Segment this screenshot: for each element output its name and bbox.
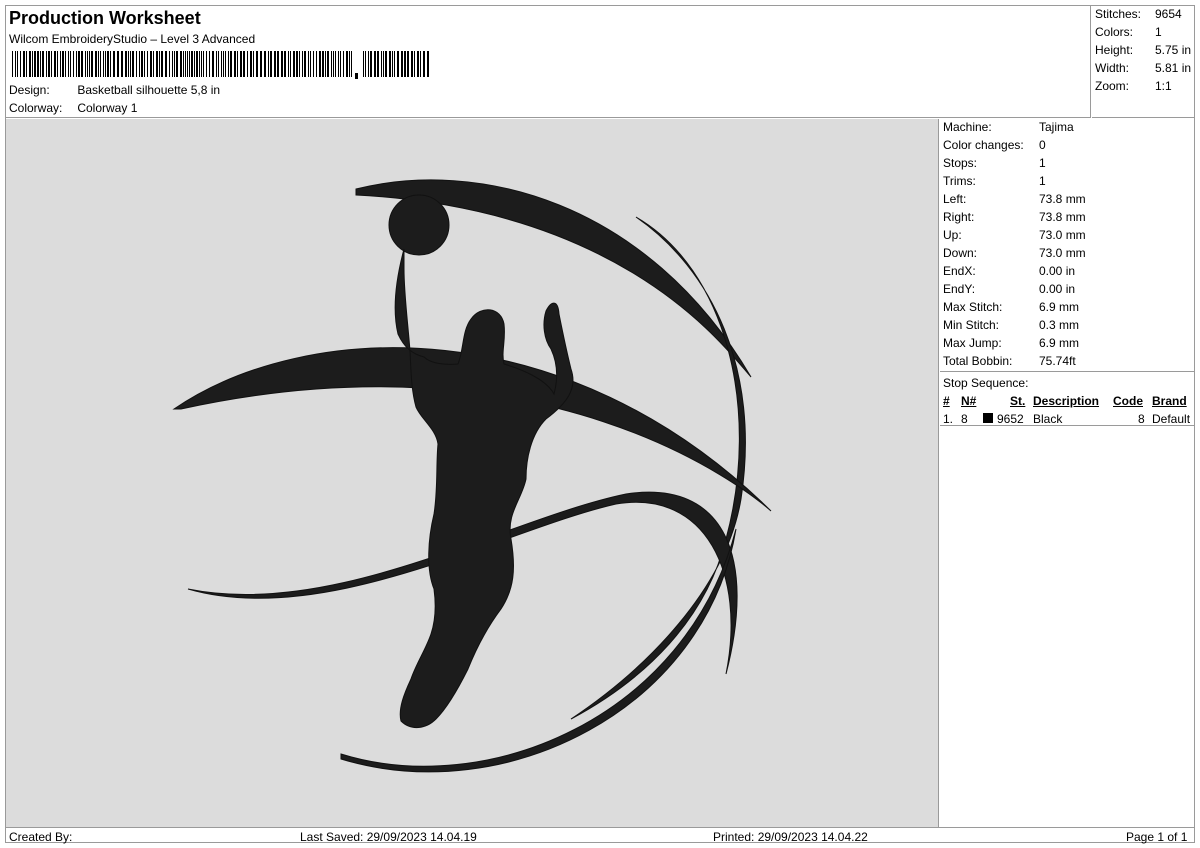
worksheet-frame: Production Worksheet Wilcom EmbroiderySt… [5, 5, 1195, 844]
design-value: Basketball silhouette 5,8 in [77, 83, 221, 97]
design-summary: Stitches: 9654 Colors: 1 Height: 5.75 in… [1092, 6, 1195, 118]
stat-label: Max Jump: [943, 336, 1002, 350]
player-silhouette [394, 248, 574, 728]
zoom-value: 1:1 [1155, 79, 1172, 93]
stat-value: 1 [1039, 174, 1046, 188]
stat-label: Max Stitch: [943, 300, 1003, 314]
stat-label: Stops: [943, 156, 978, 170]
software-name: Wilcom EmbroideryStudio – Level 3 Advanc… [9, 32, 256, 46]
col-header-num: # [943, 394, 950, 408]
row-brand: Default [1152, 412, 1191, 426]
machine-info-panel: Machine: Tajima Color changes: 0 Stops: 1 T… [940, 119, 1195, 827]
stat-value: 73.0 mm [1039, 246, 1086, 260]
stat-value: 73.0 mm [1039, 228, 1086, 242]
stop-sequence-caption: Stop Sequence: [943, 376, 1029, 390]
stat-value: 0.00 in [1039, 282, 1076, 296]
stat-label: Machine: [943, 120, 992, 134]
worksheet-footer: Created By: Last Saved: 29/09/2023 14.04… [6, 827, 1194, 844]
basketball-silhouette-design [172, 179, 772, 773]
stat-label: Left: [943, 192, 967, 206]
last-saved: Last Saved: 29/09/2023 14.04.19 [300, 830, 477, 844]
col-header-description: Description [1033, 394, 1100, 408]
page-number: Page 1 of 1 [1126, 830, 1188, 844]
colorway-label: Colorway: [9, 101, 63, 115]
stat-value: 73.8 mm [1039, 192, 1086, 206]
stat-label: EndY: [943, 282, 976, 296]
created-by: Created By: [9, 830, 73, 844]
stat-value: 0.3 mm [1039, 318, 1080, 332]
stat-label: Up: [943, 228, 962, 242]
machine-stats: Machine: Tajima Color changes: 0 Stops: 1 T… [940, 119, 1195, 372]
height-value: 5.75 in [1155, 43, 1192, 57]
basketball [388, 194, 450, 256]
stat-value: 1 [1039, 156, 1046, 170]
design-preview [6, 119, 939, 827]
col-header-brand: Brand [1152, 394, 1187, 408]
stat-label: Trims: [943, 174, 976, 188]
colors-label: Colors: [1095, 25, 1134, 39]
zoom-label: Zoom: [1095, 79, 1130, 93]
colors-value: 1 [1155, 25, 1162, 39]
stitches-label: Stitches: [1095, 7, 1142, 21]
width-label: Width: [1095, 61, 1130, 75]
height-label: Height: [1095, 43, 1134, 57]
row-needle: 8 [961, 412, 968, 426]
row-num: 1. [943, 412, 954, 426]
stat-label: Down: [943, 246, 978, 260]
stat-label: EndX: [943, 264, 976, 278]
stat-value: 73.8 mm [1039, 210, 1086, 224]
stat-label: Color changes: [943, 138, 1024, 152]
color-swatch [983, 413, 993, 423]
stat-value: 75.74ft [1039, 354, 1076, 368]
stitches-value: 9654 [1155, 7, 1182, 21]
stat-value: 0.00 in [1039, 264, 1076, 278]
worksheet-header: Production Worksheet Wilcom EmbroiderySt… [6, 6, 1091, 118]
stat-value: Tajima [1039, 120, 1074, 134]
stat-label: Right: [943, 210, 975, 224]
stat-value: 0 [1039, 138, 1046, 152]
stat-label: Total Bobbin: [943, 354, 1013, 368]
printed-date: Printed: 29/09/2023 14.04.22 [713, 830, 868, 844]
stat-value: 6.9 mm [1039, 300, 1080, 314]
row-code: 8 [1138, 412, 1145, 426]
colorway-value: Colorway 1 [77, 101, 138, 115]
stop-sequence-table: Stop Sequence: # N# St. Description Code… [940, 373, 1195, 426]
design-row: Design: Basketball silhouette 5,8 in [9, 83, 220, 97]
row-description: Black [1033, 412, 1063, 426]
ball-seam-bottom [340, 528, 737, 773]
colorway-row: Colorway: Colorway 1 [9, 101, 137, 115]
stat-label: Min Stitch: [943, 318, 1000, 332]
width-value: 5.81 in [1155, 61, 1192, 75]
col-header-st: St. [1010, 394, 1026, 408]
row-stitches: 9652 [997, 412, 1024, 426]
col-header-n: N# [961, 394, 977, 408]
stat-value: 6.9 mm [1039, 336, 1080, 350]
design-label: Design: [9, 83, 50, 97]
barcode [12, 51, 429, 79]
page-title: Production Worksheet [9, 8, 201, 28]
col-header-code: Code [1113, 394, 1143, 408]
